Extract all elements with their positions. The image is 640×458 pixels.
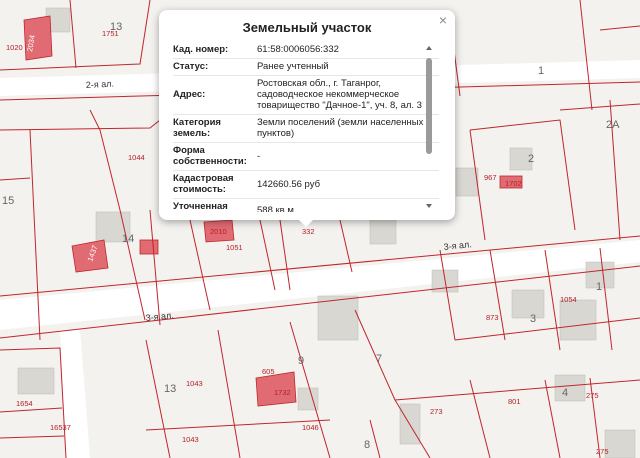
plot-number: 1043 [182,435,199,444]
house-number: 7 [376,353,382,365]
parcel-line [599,25,640,31]
parcel-line [559,103,640,111]
house-number: 1 [596,281,602,293]
parcel-line [69,0,77,69]
building [455,167,479,197]
detail-key: Адрес: [173,89,206,100]
plot-number: 1654 [16,399,33,408]
parcel-line [0,347,67,458]
house-number: 9 [298,355,304,367]
parcel-line [589,377,601,458]
parcel-line [145,339,171,458]
house-number: 13 [110,21,122,33]
scrollbar-thumb[interactable] [426,58,432,154]
house-number: 14 [122,233,134,245]
detail-row-address: Адрес: Ростовская обл., г. Таганрог, сад… [173,76,439,115]
house-number: 2 [528,153,534,165]
parcel-line [0,119,161,131]
parcel-line [369,419,381,458]
popup-pointer [297,218,315,227]
plot-number: 2010 [210,227,227,236]
parcel-line [469,379,491,458]
detail-value: Земли поселений (земли населенных пункто… [257,117,424,139]
building [554,374,586,402]
parcel-line [0,177,31,181]
building [17,367,55,395]
building [559,299,597,341]
building [369,217,397,245]
plot-number: 1020 [6,43,23,52]
detail-value: 142660.56 руб [257,179,321,190]
plot-number: 1732 [274,388,291,397]
parcel-line [0,407,63,413]
scroll-up-icon[interactable] [426,46,432,50]
detail-key: Форма собственности: [173,145,247,167]
building [511,289,545,319]
parcel-line [0,435,65,439]
house-number: 15 [2,195,14,207]
highlighted-building-1437b[interactable] [139,239,159,255]
detail-value: Ростовская обл., г. Таганрог, садоводчес… [257,78,422,111]
house-number: 1 [538,65,544,77]
detail-value: 588 кв.м [257,205,294,212]
plot-number: 273 [430,407,443,416]
popup-scrollbar[interactable] [425,46,433,212]
street-name-3rd-right: 3-я ал. [443,239,472,252]
detail-row-area: Уточненная площадь: 588 кв.м [173,199,439,212]
plot-number: 1051 [226,243,243,252]
parcel-line [454,317,640,341]
close-icon[interactable]: × [439,12,447,28]
plot-number: 16537 [50,423,71,432]
plot-number: 1046 [302,423,319,432]
plot-number: 1043 [186,379,203,388]
plot-number: 275 [586,391,599,400]
detail-key: Категория земель: [173,117,221,139]
plot-number: 801 [508,397,521,406]
house-number: 4 [562,387,568,399]
detail-value: 61:58:0006056:332 [257,44,339,55]
parcel-line [289,321,331,458]
plot-number: 605 [262,367,275,376]
street-name-2nd: 2-я ал. [86,79,115,90]
building [317,295,359,341]
house-number: 8 [364,439,370,451]
building [604,429,636,458]
scroll-down-icon[interactable] [426,204,432,208]
house-number: 3 [530,313,536,325]
detail-key: Кадастровая стоимость: [173,173,234,195]
land-plot-popup: Земельный участок × Кад. номер: 61:58:00… [159,10,455,220]
popup-details[interactable]: Кад. номер: 61:58:0006056:332 Статус: Ра… [173,42,439,212]
plot-number: 873 [486,313,499,322]
parcel-line [217,329,241,458]
plot-number: 1054 [560,295,577,304]
detail-row-cadastral-number: Кад. номер: 61:58:0006056:332 [173,42,439,59]
house-number: 13 [164,383,176,395]
parcel-line [354,309,396,401]
detail-value: Ранее учтенный [257,61,329,72]
detail-key: Статус: [173,61,209,72]
detail-key: Кад. номер: [173,44,229,55]
detail-row-land-category: Категория земель: Земли поселений (земли… [173,115,439,143]
detail-row-ownership: Форма собственности: - [173,143,439,171]
detail-row-status: Статус: Ранее учтенный [173,59,439,76]
street-name-3rd-left: 3-я ал. [145,310,174,323]
parcel-line [579,0,593,111]
detail-key: Уточненная площадь: [173,201,228,212]
plot-number: 1702 [505,179,522,188]
house-number: 2А [606,119,620,131]
plot-number: 275 [596,447,609,456]
plot-number: 332 [302,227,315,236]
detail-row-cadastral-value: Кадастровая стоимость: 142660.56 руб [173,171,439,199]
popup-title: Земельный участок [242,20,372,35]
plot-number: 1044 [128,153,145,162]
plot-number: 967 [484,173,497,182]
detail-value: - [257,151,261,162]
